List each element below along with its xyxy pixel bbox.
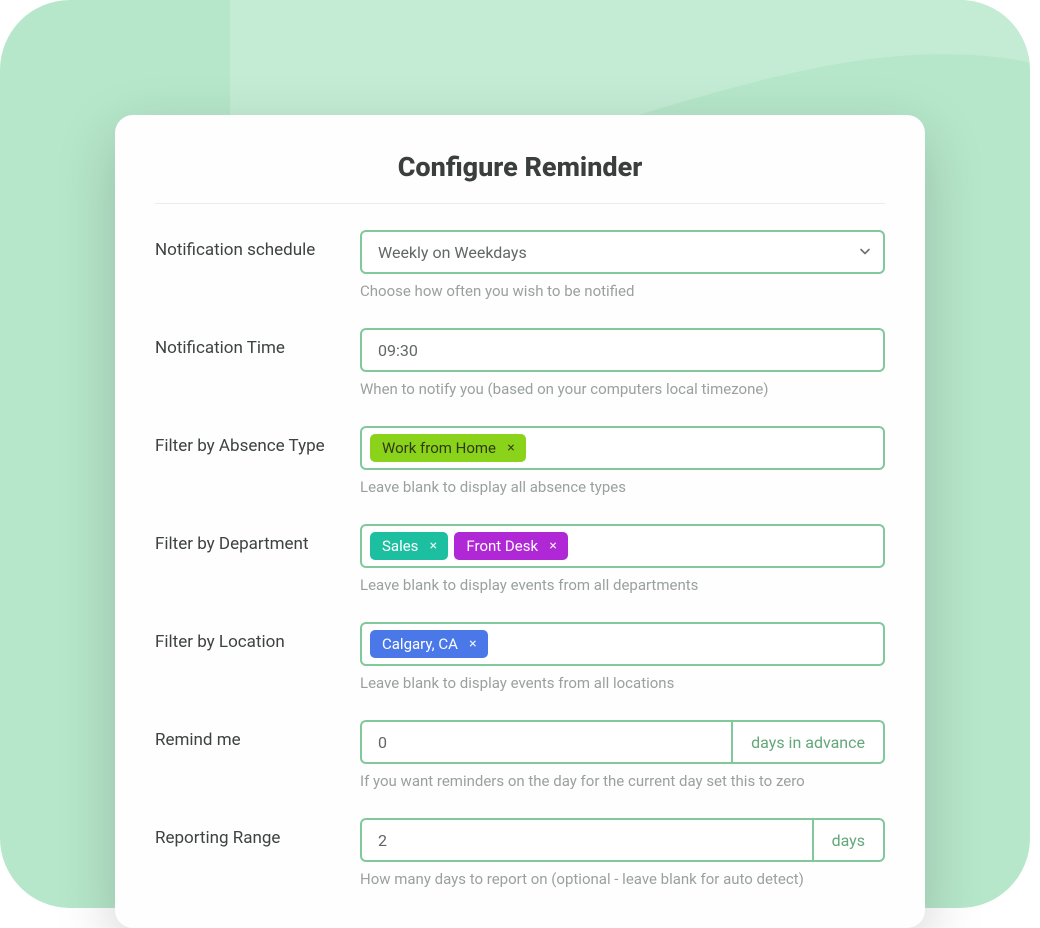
row-remind-me: Remind me days in advance If you want re… xyxy=(155,720,885,790)
tag-label: Front Desk xyxy=(466,537,538,555)
tag-label: Work from Home xyxy=(382,439,496,457)
close-icon[interactable]: × xyxy=(426,539,440,553)
department-input[interactable]: Sales × Front Desk × xyxy=(360,524,885,568)
close-icon[interactable]: × xyxy=(504,441,518,455)
range-addon: days xyxy=(812,818,885,862)
configure-reminder-card: Configure Reminder Notification schedule… xyxy=(115,115,925,928)
hint-notification-time: When to notify you (based on your comput… xyxy=(360,380,885,398)
remind-addon: days in advance xyxy=(731,720,885,764)
hint-remind-me: If you want reminders on the day for the… xyxy=(360,772,885,790)
hint-absence-type: Leave blank to display all absence types xyxy=(360,478,885,496)
label-location: Filter by Location xyxy=(155,622,360,652)
range-input-group: days xyxy=(360,818,885,862)
row-reporting-range: Reporting Range days How many days to re… xyxy=(155,818,885,888)
notification-schedule-select[interactable]: Weekly on Weekdays xyxy=(360,230,885,274)
absence-type-input[interactable]: Work from Home × xyxy=(360,426,885,470)
card-title: Configure Reminder xyxy=(155,151,885,204)
tag-calgary: Calgary, CA × xyxy=(370,630,488,658)
label-notification-schedule: Notification schedule xyxy=(155,230,360,260)
chevron-down-icon xyxy=(859,243,871,262)
remind-days-input[interactable] xyxy=(360,720,731,764)
hint-location: Leave blank to display events from all l… xyxy=(360,674,885,692)
row-department: Filter by Department Sales × Front Desk … xyxy=(155,524,885,594)
location-input[interactable]: Calgary, CA × xyxy=(360,622,885,666)
label-department: Filter by Department xyxy=(155,524,360,554)
row-notification-time: Notification Time When to notify you (ba… xyxy=(155,328,885,398)
notification-time-input[interactable] xyxy=(360,328,885,372)
hint-department: Leave blank to display events from all d… xyxy=(360,576,885,594)
label-notification-time: Notification Time xyxy=(155,328,360,358)
hint-notification-schedule: Choose how often you wish to be notified xyxy=(360,282,885,300)
hint-reporting-range: How many days to report on (optional - l… xyxy=(360,870,885,888)
range-days-input[interactable] xyxy=(360,818,812,862)
label-reporting-range: Reporting Range xyxy=(155,818,360,848)
label-remind-me: Remind me xyxy=(155,720,360,750)
tag-label: Calgary, CA xyxy=(382,635,458,653)
tag-work-from-home: Work from Home × xyxy=(370,434,526,462)
row-location: Filter by Location Calgary, CA × Leave b… xyxy=(155,622,885,692)
remind-input-group: days in advance xyxy=(360,720,885,764)
tag-front-desk: Front Desk × xyxy=(454,532,568,560)
row-notification-schedule: Notification schedule Weekly on Weekdays… xyxy=(155,230,885,300)
close-icon[interactable]: × xyxy=(546,539,560,553)
label-absence-type: Filter by Absence Type xyxy=(155,426,360,456)
tag-label: Sales xyxy=(382,537,418,555)
tag-sales: Sales × xyxy=(370,532,448,560)
notification-schedule-value: Weekly on Weekdays xyxy=(378,243,527,262)
close-icon[interactable]: × xyxy=(466,637,480,651)
row-absence-type: Filter by Absence Type Work from Home × … xyxy=(155,426,885,496)
